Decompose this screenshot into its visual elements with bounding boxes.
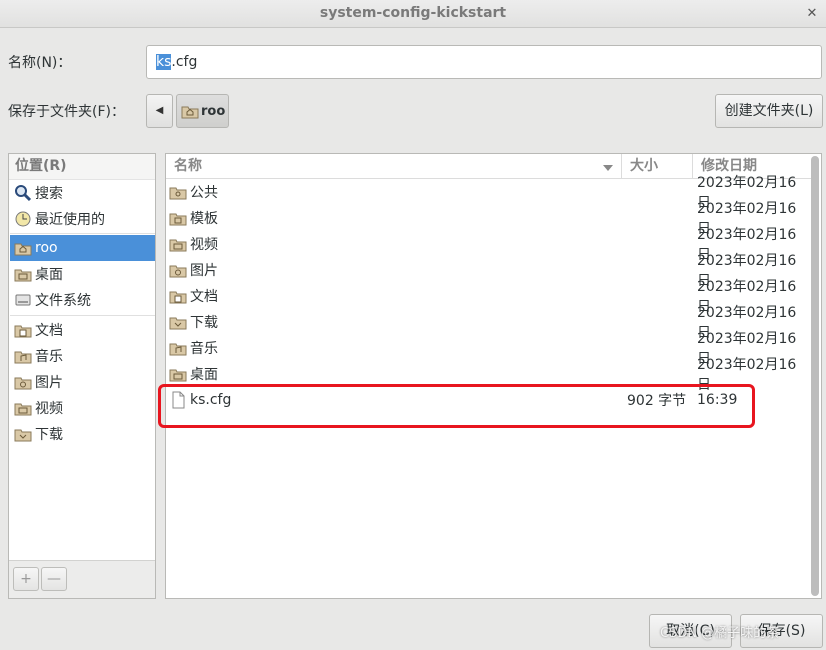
folder-icon [14, 426, 32, 442]
places-item-label: 最近使用的 [35, 212, 105, 228]
name-label: 名称(N)： [8, 55, 72, 71]
places-item-search[interactable]: 搜索 [10, 180, 155, 206]
column-name-label: 名称 [174, 158, 202, 174]
folder-icon [169, 184, 187, 200]
places-item-music[interactable]: 音乐 [10, 343, 155, 369]
file-name: 图片 [190, 263, 218, 279]
folder-icon [14, 400, 32, 416]
file-name: 公共 [190, 185, 218, 201]
folder-icon [169, 366, 187, 382]
folder-label: 保存于文件夹(F)： [8, 104, 125, 120]
folder-icon [14, 374, 32, 390]
recent-icon [14, 210, 32, 228]
drive-icon [14, 292, 32, 308]
places-item-label: 文件系统 [35, 293, 91, 309]
places-item-pictures[interactable]: 图片 [10, 369, 155, 395]
file-name: 下载 [190, 315, 218, 331]
column-name-header[interactable]: 名称 [166, 154, 622, 179]
path-back-button[interactable]: ◀ [146, 94, 173, 128]
folder-icon [14, 322, 32, 338]
remove-bookmark-button[interactable]: — [41, 567, 67, 591]
vertical-scrollbar[interactable] [811, 156, 819, 596]
places-item-documents[interactable]: 文档 [10, 317, 155, 343]
folder-icon [169, 288, 187, 304]
file-name: 音乐 [190, 341, 218, 357]
places-sidebar: 位置(R) 搜索 最近使用的 roo 桌面 文件系统 文档 音乐 图片 视频 下… [8, 153, 156, 599]
folder-icon [169, 314, 187, 330]
places-item-label: 下载 [35, 427, 63, 443]
title-bar: system-config-kickstart ✕ [0, 0, 826, 28]
places-item-label: 搜索 [35, 186, 63, 202]
file-name: 桌面 [190, 367, 218, 383]
places-item-videos[interactable]: 视频 [10, 395, 155, 421]
places-separator [10, 315, 155, 316]
places-item-label: 文档 [35, 323, 63, 339]
home-folder-icon [181, 103, 199, 119]
folder-icon [169, 262, 187, 278]
path-label: roo [201, 103, 226, 119]
close-icon[interactable]: ✕ [802, 4, 822, 24]
file-name: 文档 [190, 289, 218, 305]
places-item-label: 音乐 [35, 349, 63, 365]
filename-rest-text: .cfg [171, 54, 198, 70]
column-size-header[interactable]: 大小 [622, 154, 693, 179]
places-item-label: 图片 [35, 375, 63, 391]
places-item-home[interactable]: roo [10, 235, 155, 261]
folder-icon [169, 340, 187, 356]
places-item-desktop[interactable]: 桌面 [10, 261, 155, 287]
folder-icon [169, 210, 187, 226]
places-item-recent[interactable]: 最近使用的 [10, 206, 155, 232]
folder-icon [169, 236, 187, 252]
file-name: 模板 [190, 211, 218, 227]
search-icon [14, 184, 32, 202]
folder-icon [14, 266, 32, 282]
sort-descending-icon [603, 165, 613, 171]
annotation-highlight-box [158, 384, 755, 428]
places-item-label: 视频 [35, 401, 63, 417]
places-item-downloads[interactable]: 下载 [10, 421, 155, 447]
watermark: CSDN @橘子味的茶 [660, 626, 780, 641]
file-list: 名称 大小 修改日期 公共 2023年02月16日 模板 2023年02月16日… [165, 153, 822, 599]
create-folder-button[interactable]: 创建文件夹(L) [715, 94, 823, 128]
folder-icon [14, 348, 32, 364]
places-toolbar: + — [9, 560, 155, 598]
places-item-filesystem[interactable]: 文件系统 [10, 287, 155, 313]
filename-input[interactable]: ks.cfg [146, 45, 822, 79]
home-folder-icon [14, 240, 32, 256]
path-home-button[interactable]: roo [176, 94, 229, 128]
places-item-label: 桌面 [35, 267, 63, 283]
places-item-label: roo [35, 240, 58, 256]
places-header: 位置(R) [9, 154, 155, 180]
filename-selected-text: ks [156, 54, 172, 70]
window-title: system-config-kickstart [319, 5, 507, 21]
add-bookmark-button[interactable]: + [13, 567, 39, 591]
file-name: 视频 [190, 237, 218, 253]
places-separator [10, 233, 155, 234]
